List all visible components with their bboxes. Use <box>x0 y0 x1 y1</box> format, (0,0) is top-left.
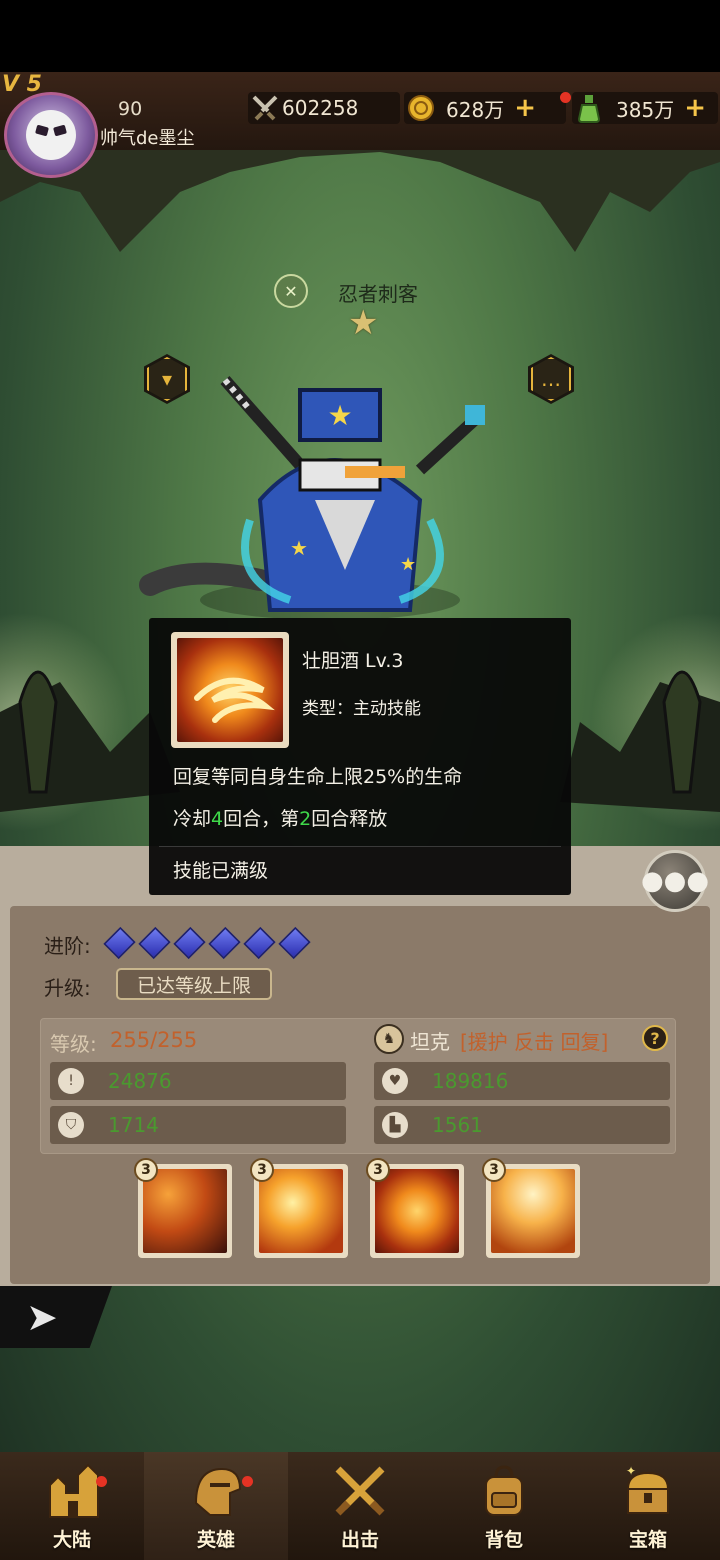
tooltip-type: 类型：主动技能 <box>302 699 421 719</box>
swords-icon <box>248 91 282 125</box>
gold-notification-dot <box>560 92 571 103</box>
nav-label-treasure: 宝箱 <box>628 1529 667 1551</box>
spiral-potion-icon <box>177 638 283 742</box>
castle-icon <box>40 1459 104 1523</box>
hp-value: 189816 <box>432 1069 509 1093</box>
add-gold-button[interactable]: + <box>514 93 536 123</box>
nav-item-continent[interactable]: 大陆 <box>0 1452 144 1560</box>
speed-stat: ▙ 1561 <box>374 1106 670 1144</box>
tooltip-title: 壮胆酒 Lv.3 <box>302 650 404 672</box>
hero-level-label: 等级: <box>50 1032 97 1056</box>
star-icon: ★ <box>348 303 379 343</box>
defense-value: 1714 <box>108 1113 159 1137</box>
role-tags: [援护 反击 回复] <box>460 1030 609 1054</box>
skill-level-badge: 3 <box>134 1158 158 1182</box>
speed-boot-icon: ▙ <box>382 1112 408 1138</box>
skill-list: 3 3 3 3 <box>134 1158 588 1260</box>
potion-display: 385万 + <box>572 92 718 124</box>
dance-skill-icon <box>491 1169 575 1253</box>
svg-text:✦: ✦ <box>626 1464 636 1478</box>
skill-tooltip: 壮胆酒 Lv.3 类型：主动技能 回复等同自身生命上限25%的生命 冷却4回合，… <box>149 618 571 895</box>
advance-gem-icon <box>243 926 276 960</box>
skill-slot-dance[interactable]: 3 <box>482 1158 580 1258</box>
upgrade-max-button[interactable]: 已达等级上限 <box>116 968 272 1000</box>
skill-level-badge: 3 <box>366 1158 390 1182</box>
chat-button[interactable]: ●●● <box>640 850 710 912</box>
back-arrow-icon: ➤ <box>26 1295 58 1339</box>
gold-display: 628万 + <box>404 92 566 124</box>
bottom-navigation: 大陆 英雄 出击 背包 ✦ 宝箱 <box>0 1452 720 1560</box>
skill-slot-spiral-potion[interactable]: 3 <box>366 1158 464 1258</box>
tooltip-divider <box>159 846 561 847</box>
nav-label-attack: 出击 <box>340 1529 379 1551</box>
svg-text:★: ★ <box>290 536 308 560</box>
advance-gems <box>103 926 311 960</box>
gold-value: 628万 <box>446 97 505 122</box>
tooltip-skill-icon-frame <box>171 632 289 748</box>
speed-value: 1561 <box>432 1113 483 1137</box>
role-name: 坦克 <box>410 1030 450 1054</box>
nav-item-treasure[interactable]: ✦ 宝箱 <box>576 1452 720 1560</box>
tooltip-cooldown: 冷却4回合，第2回合释放 <box>173 808 388 830</box>
advance-gem-icon <box>138 926 171 960</box>
svg-text:★: ★ <box>400 554 416 575</box>
nav-label-hero: 英雄 <box>196 1529 235 1551</box>
tooltip-description: 回复等同自身生命上限25%的生命 <box>173 766 463 788</box>
upgrade-label: 升级: <box>44 976 91 1000</box>
hp-stat: ♥ 189816 <box>374 1062 670 1100</box>
hero-level-value: 255/255 <box>110 1028 198 1052</box>
tooltip-max-level: 技能已满级 <box>173 860 269 882</box>
skull-avatar-icon <box>26 110 76 160</box>
potion-value: 385万 <box>616 97 675 122</box>
hero-notification-dot <box>242 1476 253 1487</box>
advance-gem-icon <box>173 926 206 960</box>
defense-stat: ⛉ 1714 <box>50 1106 346 1144</box>
advance-label: 进阶: <box>44 934 91 958</box>
continent-notification-dot <box>96 1476 107 1487</box>
advance-gem-icon <box>278 926 311 960</box>
combat-power-display: 602258 <box>248 92 400 124</box>
nav-item-backpack[interactable]: 背包 <box>432 1452 576 1560</box>
ninja-class-icon: ✕ <box>274 274 308 308</box>
nav-item-hero[interactable]: 英雄 <box>144 1452 288 1560</box>
advance-gem-icon <box>208 926 241 960</box>
add-potion-button[interactable]: + <box>684 93 706 123</box>
defense-shield-icon: ⛉ <box>58 1112 84 1138</box>
nav-item-attack[interactable]: 出击 <box>288 1452 432 1560</box>
skill-level-badge: 3 <box>482 1158 506 1182</box>
attack-value: 24876 <box>108 1069 172 1093</box>
fireball-skill-icon <box>259 1169 343 1253</box>
backpack-icon <box>472 1459 536 1523</box>
dialog-icon: … <box>531 357 571 401</box>
attack-icon: ! <box>58 1068 84 1094</box>
spiral-potion-skill-icon <box>375 1169 459 1253</box>
potion-icon <box>572 91 606 125</box>
player-level: 90 <box>118 98 143 120</box>
svg-text:★: ★ <box>327 399 352 432</box>
chat-bubble-icon: ●●● <box>640 866 710 896</box>
player-name: 帅气de墨尘 <box>100 128 195 149</box>
coin-icon <box>404 91 438 125</box>
hp-heart-icon: ♥ <box>382 1068 408 1094</box>
tank-role-icon: ♞ <box>374 1024 404 1054</box>
skill-slot-fireball[interactable]: 3 <box>250 1158 348 1258</box>
helmet-icon <box>184 1459 248 1523</box>
advance-gem-icon <box>103 926 136 960</box>
help-icon[interactable]: ? <box>642 1025 668 1051</box>
player-avatar[interactable] <box>4 92 98 178</box>
combat-power-value: 602258 <box>282 96 359 120</box>
skill-level-badge: 3 <box>250 1158 274 1182</box>
skill-slot-warrior[interactable]: 3 <box>134 1158 232 1258</box>
hero-sprite[interactable]: ★ ★ ★ <box>130 370 510 630</box>
status-bar <box>0 0 720 72</box>
nav-label-backpack: 背包 <box>484 1529 523 1551</box>
nav-label-continent: 大陆 <box>52 1529 91 1551</box>
treasure-chest-icon: ✦ <box>616 1459 680 1523</box>
warrior-skill-icon <box>143 1169 227 1253</box>
attack-stat: ! 24876 <box>50 1062 346 1100</box>
crossed-swords-icon <box>328 1459 392 1523</box>
